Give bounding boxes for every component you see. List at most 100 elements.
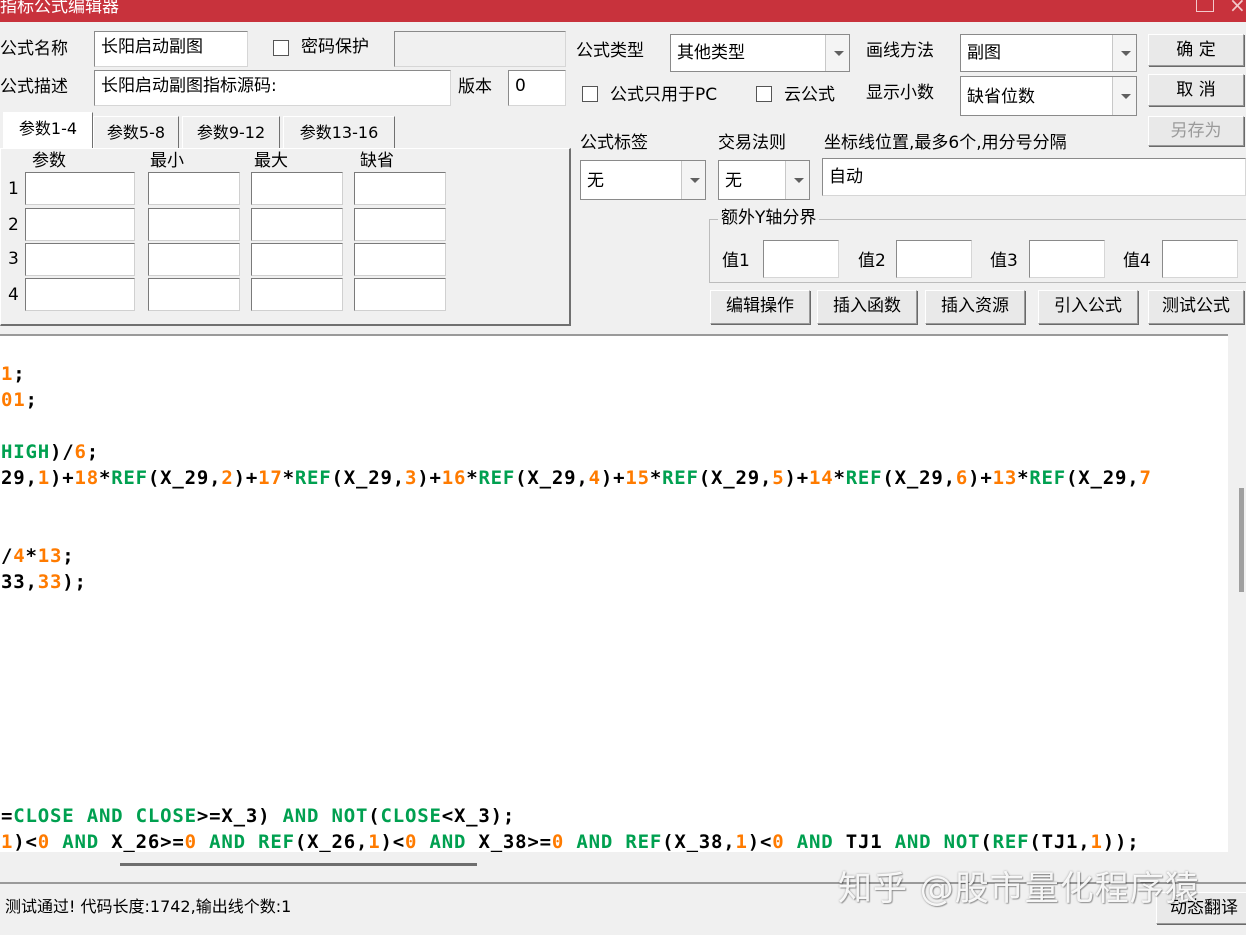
code-line: /4*13; <box>1 543 74 569</box>
param-header-name: 参数 <box>32 151 66 171</box>
code-token: 3 <box>404 467 418 489</box>
password-checkbox[interactable] <box>273 40 289 56</box>
formula-desc-input[interactable]: 长阳启动副图指标源码: <box>94 70 451 106</box>
code-token: AND <box>282 805 320 827</box>
param-name-input[interactable] <box>25 243 135 276</box>
code-token: )+ <box>233 467 259 489</box>
code-token: )); <box>1102 831 1140 852</box>
param-min-input[interactable] <box>148 278 240 311</box>
param-default-input[interactable] <box>354 243 446 276</box>
param-max-input[interactable] <box>251 278 343 311</box>
code-line: =CLOSE AND CLOSE>=X_3) AND NOT(CLOSE<X_3… <box>1 803 515 829</box>
formula-name-input[interactable]: 长阳启动副图 <box>94 31 248 67</box>
chevron-down-icon[interactable] <box>1112 35 1136 71</box>
param-name-input[interactable] <box>25 208 135 241</box>
vertical-scrollbar[interactable] <box>1228 334 1246 852</box>
axis-position-input[interactable]: 自动 <box>822 158 1246 196</box>
code-line: 33,33); <box>1 569 87 595</box>
draw-method-select[interactable]: 副图 <box>960 34 1137 72</box>
trade-rule-select[interactable]: 无 <box>718 160 810 200</box>
test-formula-button[interactable]: 测试公式 <box>1148 290 1244 324</box>
edit-operations-button[interactable]: 编辑操作 <box>710 290 810 324</box>
param-header-max: 最大 <box>254 151 288 171</box>
code-token: / <box>1 545 14 567</box>
code-token: (X_29, <box>515 467 589 489</box>
value3-input[interactable] <box>1029 240 1105 278</box>
tab-params-1-4[interactable]: 参数1-4 <box>3 112 93 150</box>
draw-method-value: 副图 <box>967 43 1001 63</box>
axis-position-label: 坐标线位置,最多6个,用分号分隔 <box>824 133 1067 153</box>
param-row-number: 3 <box>8 249 19 269</box>
horizontal-scroll-thumb[interactable] <box>120 863 477 866</box>
save-as-button[interactable]: 另存为 <box>1148 116 1244 146</box>
code-token: CLOSE <box>13 805 75 827</box>
param-max-input[interactable] <box>251 172 343 205</box>
param-default-input[interactable] <box>354 172 446 205</box>
code-token: )+ <box>784 467 809 489</box>
code-line: 29,1)+18*REF(X_29,2)+17*REF(X_29,3)+16*R… <box>1 465 1152 491</box>
version-input[interactable]: 0 <box>508 70 566 106</box>
pc-only-checkbox[interactable] <box>582 86 598 102</box>
code-token: (X_26, <box>294 831 369 852</box>
param-min-input[interactable] <box>148 172 240 205</box>
value4-input[interactable] <box>1162 240 1238 278</box>
tab-params-5-8[interactable]: 参数5-8 <box>93 116 179 150</box>
value1-input[interactable] <box>763 240 839 278</box>
formula-tag-select[interactable]: 无 <box>580 160 706 200</box>
code-token: 29, <box>1 467 38 489</box>
tab-params-9-12[interactable]: 参数9-12 <box>182 116 280 150</box>
param-min-input[interactable] <box>148 243 240 276</box>
decimals-select[interactable]: 缺省位数 <box>960 76 1137 116</box>
code-editor[interactable]: 1; 01; HIGH)/6; 29,1)+18*REF(X_29,2)+17*REF… <box>0 334 1228 852</box>
formula-type-select[interactable]: 其他类型 <box>670 34 850 72</box>
password-input[interactable] <box>394 31 566 67</box>
code-line: 01; <box>1 387 38 413</box>
param-name-input[interactable] <box>25 172 135 205</box>
decimals-label: 显示小数 <box>866 83 934 103</box>
password-label: 密码保护 <box>301 37 369 57</box>
code-token: )/ <box>49 441 75 463</box>
param-name-input[interactable] <box>25 278 135 311</box>
code-token: 2 <box>221 467 234 489</box>
code-token: ( <box>368 805 381 827</box>
code-token: HIGH <box>1 441 50 463</box>
param-default-input[interactable] <box>354 278 446 311</box>
param-default-input[interactable] <box>354 208 446 241</box>
import-formula-button[interactable]: 引入公式 <box>1038 290 1138 324</box>
chevron-down-icon[interactable] <box>825 35 849 71</box>
extra-y-label: 额外Y轴分界 <box>718 207 820 229</box>
ok-button[interactable]: 确 定 <box>1148 34 1244 66</box>
code-token: 0 <box>551 831 565 852</box>
chevron-down-icon[interactable] <box>1112 77 1136 115</box>
param-min-input[interactable] <box>148 208 240 241</box>
code-token: >=X_3) <box>196 805 283 827</box>
code-token: AND <box>62 831 99 852</box>
code-token: ; <box>86 441 99 463</box>
maximize-icon[interactable] <box>1196 0 1214 12</box>
param-max-input[interactable] <box>251 243 343 276</box>
code-token: 1 <box>37 467 50 489</box>
code-token: ; <box>25 389 38 411</box>
code-token: (X_29, <box>147 467 222 489</box>
close-icon[interactable]: × <box>1229 0 1246 17</box>
chevron-down-icon[interactable] <box>785 161 809 199</box>
value2-input[interactable] <box>896 240 972 278</box>
param-max-input[interactable] <box>251 208 343 241</box>
code-token: * <box>282 467 295 489</box>
cloud-label: 云公式 <box>784 85 835 105</box>
tab-params-13-16[interactable]: 参数13-16 <box>283 116 395 150</box>
code-line: 1; <box>1 361 26 387</box>
cancel-button[interactable]: 取 消 <box>1148 74 1244 106</box>
insert-function-button[interactable]: 插入函数 <box>817 290 917 324</box>
decimals-value: 缺省位数 <box>967 87 1035 107</box>
insert-resource-button[interactable]: 插入资源 <box>925 290 1025 324</box>
vertical-scroll-thumb[interactable] <box>1239 488 1244 592</box>
chevron-down-icon[interactable] <box>681 161 705 199</box>
code-token: AND <box>894 831 932 852</box>
cloud-checkbox[interactable] <box>756 86 772 102</box>
